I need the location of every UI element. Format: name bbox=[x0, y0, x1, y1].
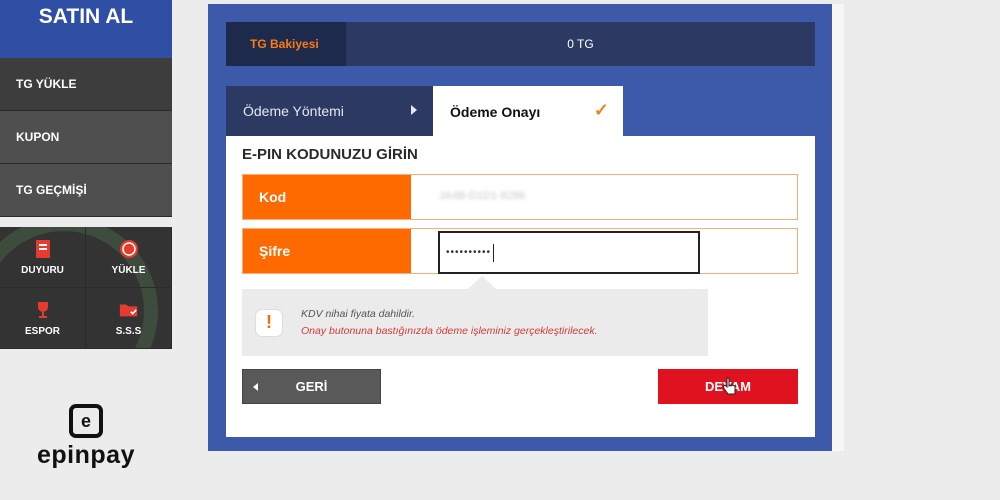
chevron-left-icon bbox=[253, 383, 258, 391]
epinpay-logo: e epinpay bbox=[30, 404, 142, 470]
kod-field-row: Kod JA4B-D1D1-8286 bbox=[242, 174, 798, 220]
notice-line-1: KDV nihai fiyata dahildir. bbox=[301, 307, 416, 320]
kod-label: Kod bbox=[243, 175, 411, 219]
sidebar-item-kupon[interactable]: KUPON bbox=[0, 111, 172, 164]
shortcut-label: YÜKLE bbox=[111, 264, 146, 276]
balance-label: TG Bakiyesi bbox=[226, 22, 346, 66]
sifre-input[interactable]: •••••••••• bbox=[438, 231, 700, 274]
form-heading: E-PIN KODUNUZU GİRİN bbox=[242, 146, 418, 163]
sidebar-menu: TG YÜKLE KUPON TG GEÇMİŞİ bbox=[0, 58, 172, 217]
hand-cursor-icon bbox=[721, 377, 737, 400]
shortcut-duyuru[interactable]: DUYURU bbox=[0, 227, 86, 288]
announcement-icon bbox=[33, 239, 53, 259]
text-caret bbox=[493, 243, 495, 262]
shortcut-label: ESPOR bbox=[24, 325, 60, 337]
tab-label: Ödeme Onayı bbox=[450, 104, 541, 120]
sidebar-item-tg-yukle[interactable]: TG YÜKLE bbox=[0, 58, 172, 111]
warning-icon: ! bbox=[255, 308, 283, 337]
back-button[interactable]: GERİ bbox=[242, 369, 381, 404]
epinpay-logo-icon: e bbox=[69, 404, 103, 438]
notice-line-2: Onay butonuna bastığınızda ödeme işlemin… bbox=[301, 324, 598, 337]
tab-odeme-onayi[interactable]: Ödeme Onayı ✓ bbox=[433, 86, 623, 138]
continue-button[interactable]: DEVAM bbox=[658, 369, 798, 404]
balance-bar: TG Bakiyesi 0 TG bbox=[226, 22, 815, 66]
coin-icon bbox=[119, 239, 139, 259]
kod-input[interactable]: JA4B-D1D1-8286 bbox=[411, 175, 797, 219]
notice-box: ! KDV nihai fiyata dahildir. Onay butonu… bbox=[242, 276, 708, 356]
shortcut-yukle[interactable]: YÜKLE bbox=[86, 227, 172, 288]
sifre-field-row: Şifre •••••••••• bbox=[242, 228, 798, 274]
sidebar-title: SATIN AL bbox=[0, 0, 172, 58]
shortcut-espor[interactable]: ESPOR bbox=[0, 288, 86, 349]
chevron-right-icon bbox=[411, 105, 417, 115]
password-value: •••••••••• bbox=[446, 247, 492, 258]
sifre-label: Şifre bbox=[243, 229, 411, 273]
back-button-label: GERİ bbox=[295, 379, 328, 394]
sidebar-shortcut-grid: DUYURU YÜKLE ESPOR S.S.S bbox=[0, 227, 172, 349]
trophy-icon bbox=[33, 300, 53, 320]
balance-value: 0 TG bbox=[567, 37, 594, 51]
logo-text: epinpay bbox=[37, 441, 135, 469]
form-content: E-PIN KODUNUZU GİRİN Kod JA4B-D1D1-8286 … bbox=[226, 136, 815, 437]
kod-value: JA4B-D1D1-8286 bbox=[439, 190, 526, 202]
folder-check-icon bbox=[119, 300, 139, 320]
shortcut-label: DUYURU bbox=[21, 264, 64, 276]
tab-label: Ödeme Yöntemi bbox=[243, 103, 344, 119]
payment-panel: TG Bakiyesi 0 TG Ödeme Yöntemi Ödeme Ona… bbox=[208, 4, 844, 451]
shortcut-label: S.S.S bbox=[115, 325, 142, 337]
shortcut-sss[interactable]: S.S.S bbox=[86, 288, 172, 349]
tab-odeme-yontemi[interactable]: Ödeme Yöntemi bbox=[226, 86, 433, 136]
sidebar-item-tg-gecmisi[interactable]: TG GEÇMİŞİ bbox=[0, 164, 172, 217]
checkmark-icon: ✓ bbox=[593, 100, 609, 120]
